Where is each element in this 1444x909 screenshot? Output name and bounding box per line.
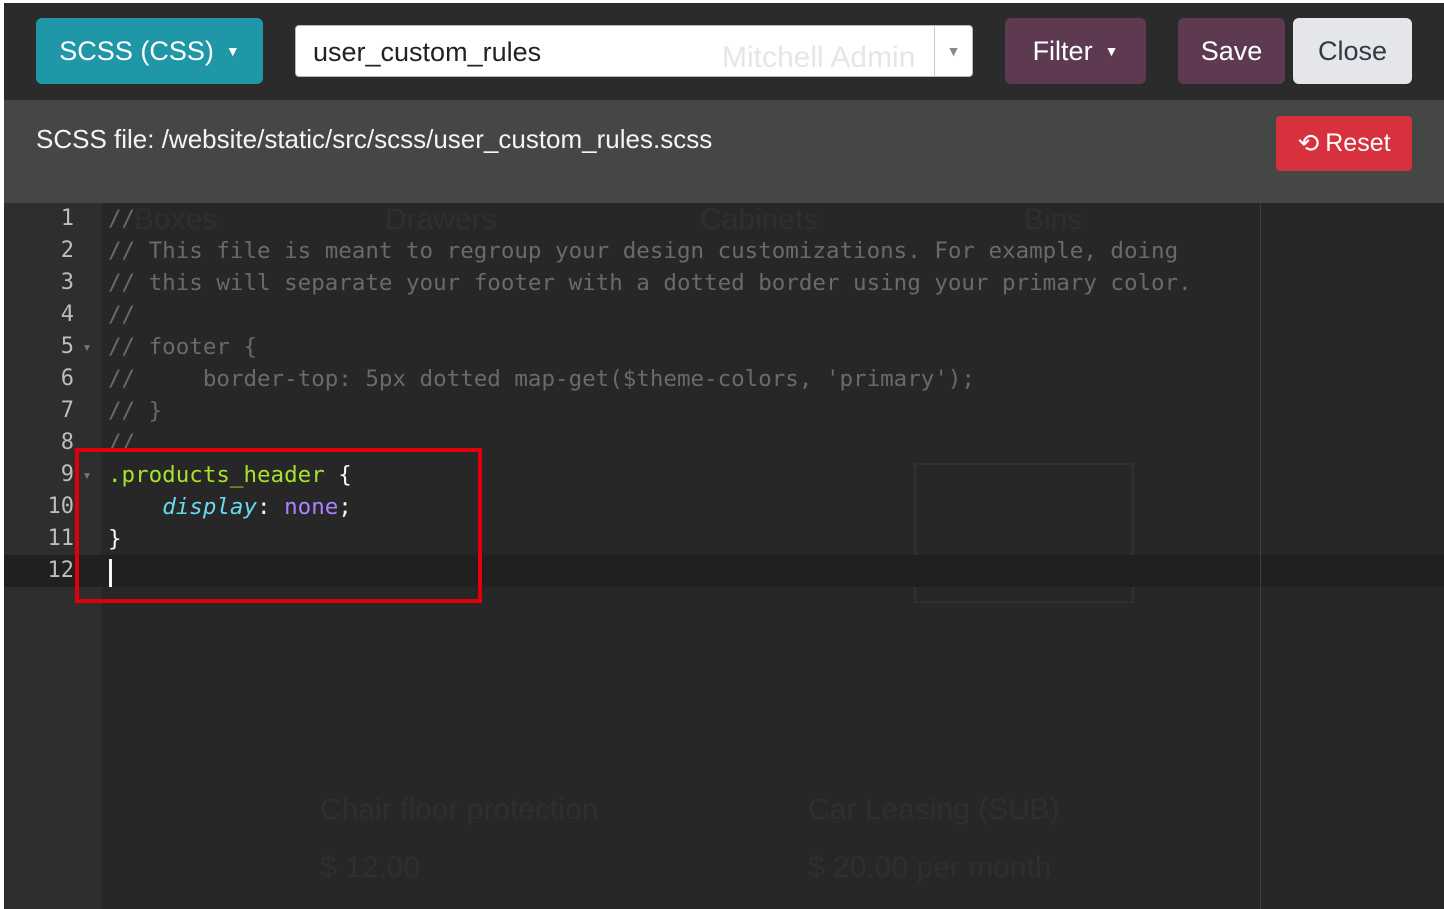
line-number: 3 (60, 270, 74, 295)
line-number: 10 (47, 494, 75, 519)
scss-file-path: SCSS file: /website/static/src/scss/user… (36, 124, 713, 154)
ghost-product-name: Chair floor protection (320, 793, 599, 826)
filter-label: Filter (1032, 35, 1093, 66)
code-line: // border-top: 5px dotted map-get($theme… (108, 366, 975, 392)
code-line: // this will separate your footer with a… (108, 270, 1192, 296)
line-number: 4 (60, 302, 74, 327)
ghost-nav-bins: Bins (1024, 203, 1083, 236)
line-number: 8 (60, 430, 74, 455)
line-number: 2 (60, 238, 74, 263)
save-button[interactable]: Save (1178, 18, 1285, 84)
caret-down-icon: ▼ (1104, 43, 1119, 59)
file-select-value: user_custom_rules (313, 37, 542, 67)
file-info-bar: SCSS file: /website/static/src/scss/user… (4, 100, 1444, 203)
code-line: // This file is meant to regroup your de… (108, 238, 1179, 264)
ghost-nav-drawers: Drawers (385, 203, 497, 236)
fold-toggle-icon[interactable]: ▼ (82, 343, 92, 354)
code-line: // (108, 302, 136, 328)
ghost-product-price: $ 12.00 (320, 851, 421, 884)
print-margin (1260, 203, 1261, 909)
line-number: 12 (47, 558, 75, 583)
code-line: // } (108, 398, 163, 424)
filter-dropdown-button[interactable]: Filter ▼ (1005, 18, 1146, 84)
file-type-label: SCSS (CSS) (59, 35, 214, 66)
editor-toolbar: SCSS (CSS) ▼ user_custom_rules Mitchell … (4, 3, 1444, 100)
code-line: // footer { (108, 334, 258, 360)
close-button[interactable]: Close (1293, 18, 1412, 84)
undo-icon: ⟲ (1297, 128, 1320, 158)
reset-button[interactable]: ⟲ Reset (1276, 116, 1412, 171)
reset-label: Reset (1325, 129, 1391, 157)
ghost-nav-cabinets: Cabinets (700, 203, 819, 236)
select-arrow-icon[interactable]: ▼ (934, 26, 972, 76)
ghost-user-name: Mitchell Admin (722, 41, 916, 74)
file-select[interactable]: user_custom_rules Mitchell Admin ▼ (295, 25, 973, 77)
file-type-dropdown-button[interactable]: SCSS (CSS) ▼ (36, 18, 263, 84)
code-line: // (108, 206, 136, 232)
ghost-nav-boxes: Boxes (134, 203, 218, 236)
line-number: 1 (60, 206, 74, 231)
line-number: 9 (60, 462, 74, 487)
line-number: 7 (60, 398, 74, 423)
ghost-product-price: $ 20.00 per month (808, 851, 1052, 884)
line-number: 6 (60, 366, 74, 391)
line-number: 11 (47, 526, 75, 551)
ghost-product-name: Car Leasing (SUB) (808, 793, 1060, 826)
line-number: 5 (60, 334, 74, 359)
annotation-highlight-box (75, 448, 482, 603)
caret-down-icon: ▼ (225, 43, 240, 59)
